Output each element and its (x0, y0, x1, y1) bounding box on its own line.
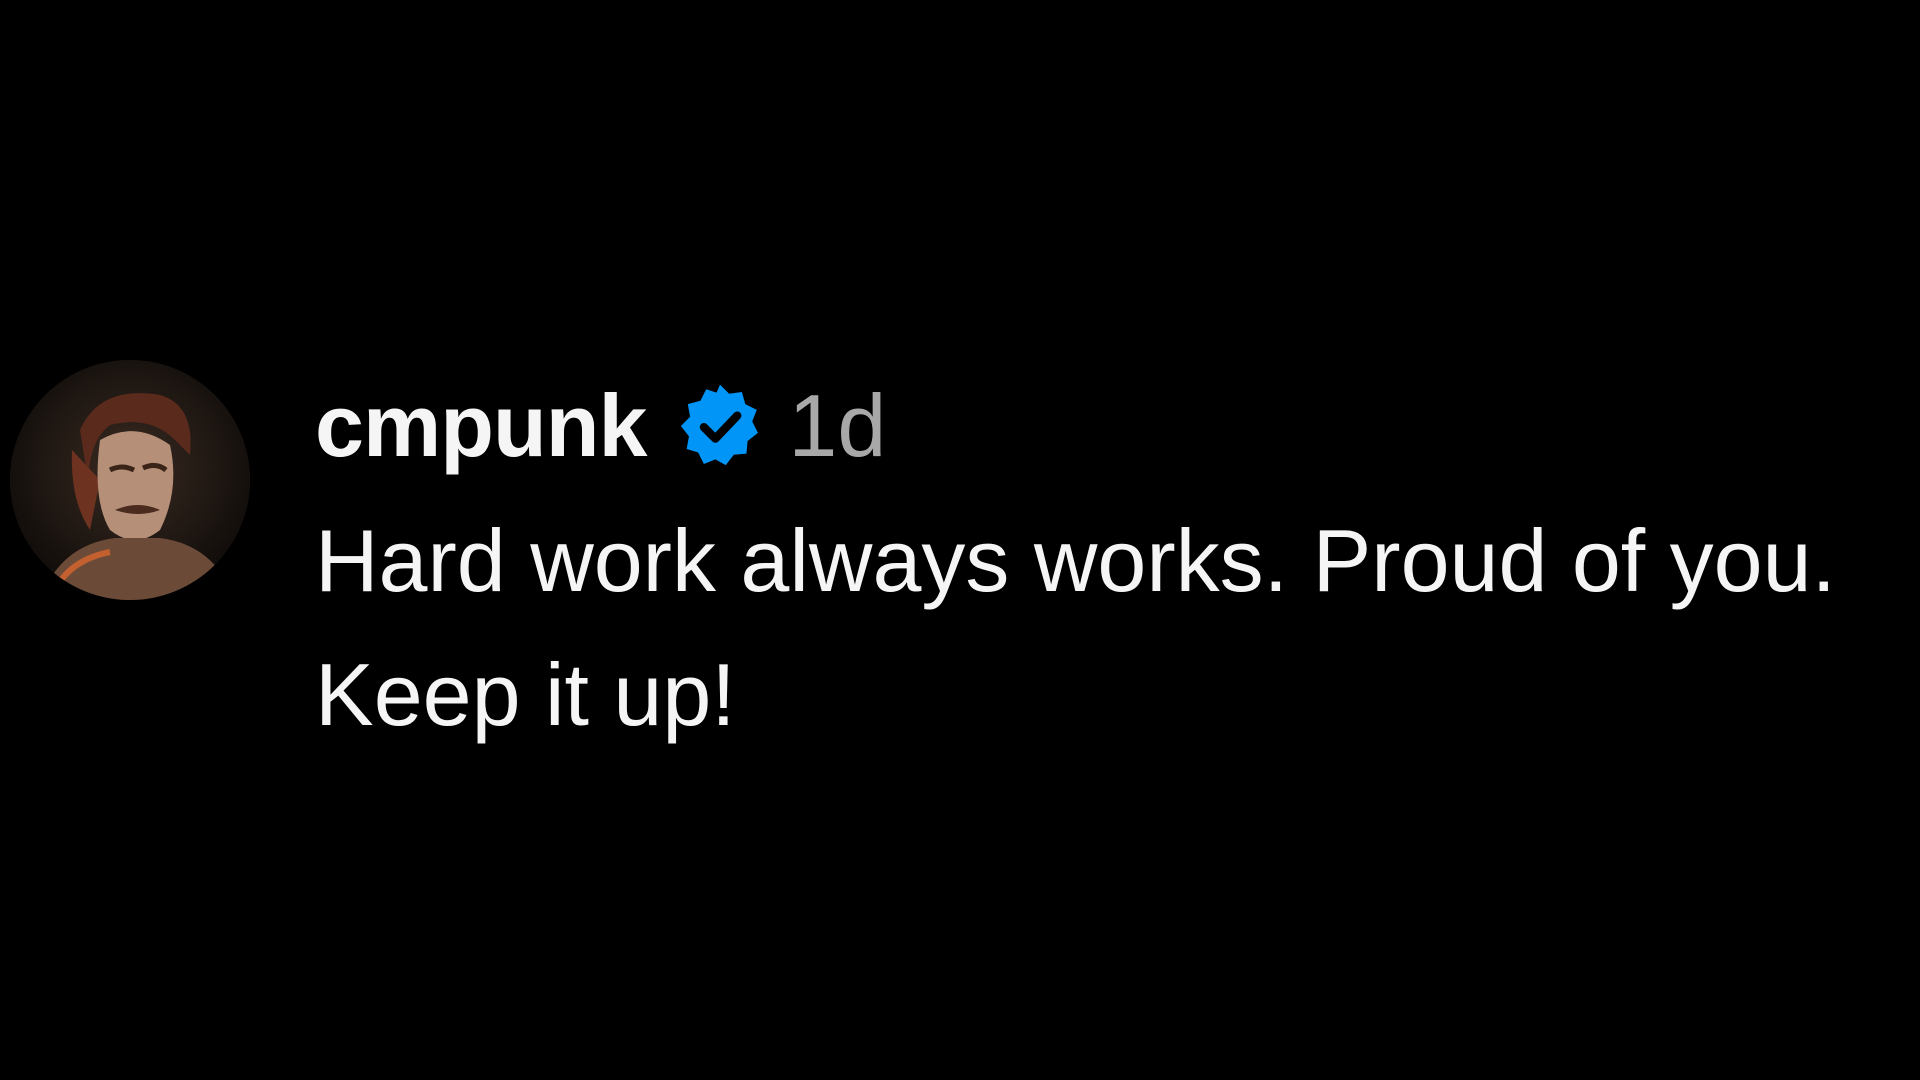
comment-body: cmpunk 1d Hard work always works. Proud … (315, 376, 1915, 762)
username-link[interactable]: cmpunk (315, 375, 647, 477)
avatar-photo-icon (10, 360, 250, 600)
comment-header: cmpunk 1d (315, 376, 1915, 476)
comment-text: Hard work always works. Proud of you. Ke… (315, 511, 1837, 744)
screen: cmpunk 1d Hard work always works. Proud … (0, 0, 1920, 1080)
timestamp[interactable]: 1d (788, 375, 886, 477)
verified-badge-icon (674, 380, 766, 472)
avatar[interactable] (10, 360, 250, 600)
comment-item: cmpunk 1d Hard work always works. Proud … (10, 360, 1910, 762)
